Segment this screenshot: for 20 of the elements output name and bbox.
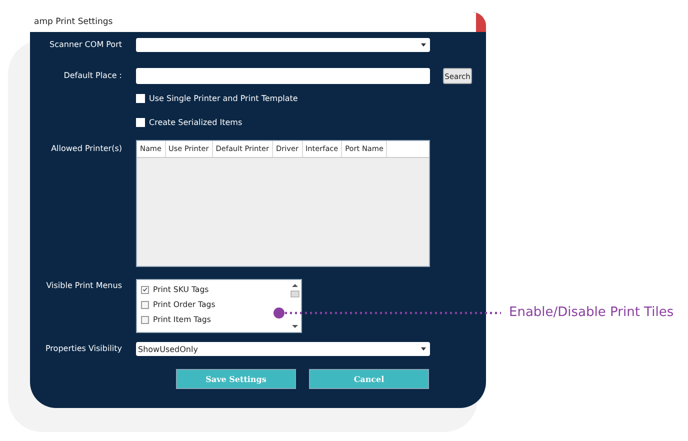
- field-label: Allowed Printer(s): [50, 143, 123, 155]
- checkbox-label: Use Single Printer and Print Template: [149, 94, 298, 103]
- close-button[interactable]: [476, 12, 486, 32]
- window-title: amp Print Settings: [33, 17, 113, 27]
- checkbox[interactable]: [141, 316, 149, 324]
- checkbox[interactable]: [136, 94, 145, 103]
- field-label: Properties Visibility: [44, 343, 123, 355]
- caret-icon: [421, 43, 426, 47]
- annotation-text: Enable/Disable Print Tiles: [509, 305, 674, 320]
- checkbox[interactable]: [141, 300, 149, 308]
- field-label: Default Place :: [62, 70, 123, 82]
- checkbox-label: Create Serialized Items: [149, 118, 242, 127]
- checkbox[interactable]: [136, 118, 145, 127]
- field-label: Visible Print Menus: [45, 280, 123, 292]
- field-label: Scanner COM Port: [48, 39, 123, 51]
- visibility-dropdown[interactable]: ShowUsedOnly: [136, 342, 430, 356]
- caret-icon: [421, 347, 426, 351]
- checkbox[interactable]: [141, 286, 149, 294]
- scrollbar[interactable]: [289, 281, 301, 331]
- default-place-field[interactable]: [136, 68, 430, 84]
